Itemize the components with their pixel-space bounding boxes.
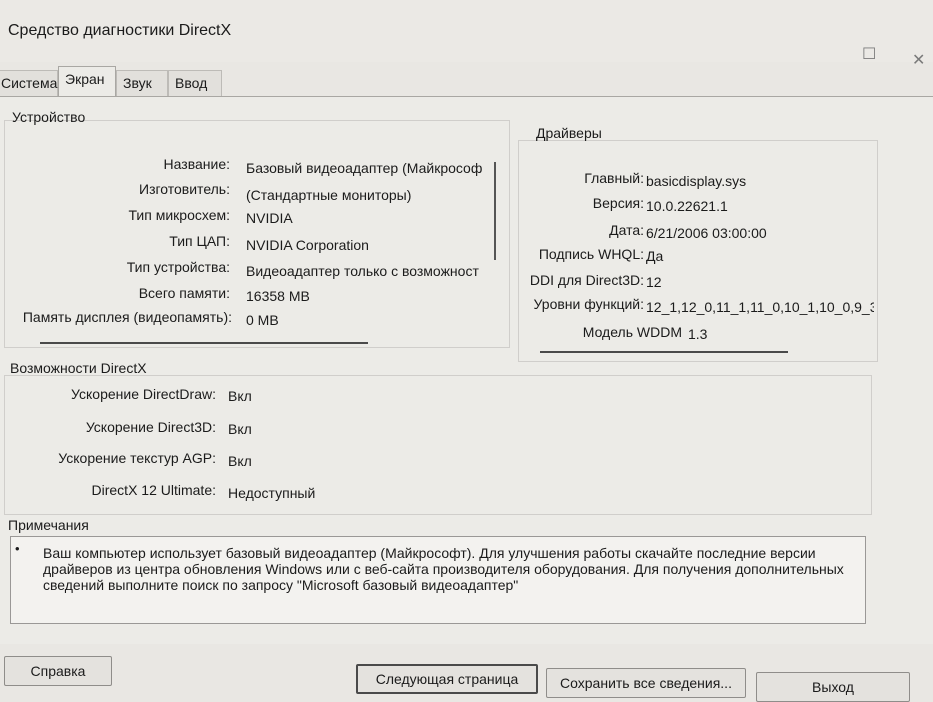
ddi-value: 12 — [646, 274, 662, 290]
chip-type-value: NVIDIA — [246, 210, 293, 226]
dac-type-label: Тип ЦАП: — [169, 233, 230, 249]
manufacturer-label: Изготовитель: — [139, 181, 230, 197]
next-page-button[interactable]: Следующая страница — [356, 664, 538, 694]
total-memory-label: Всего памяти: — [138, 285, 230, 301]
display-memory-label: Память дисплея (видеопамять): — [22, 309, 232, 325]
save-all-button[interactable]: Сохранить все сведения... — [546, 668, 746, 698]
tab-bar: Система Экран Звук Ввод — [0, 66, 933, 96]
notes-text: Ваш компьютер использует базовый видеоад… — [43, 545, 844, 593]
notes-box: • Ваш компьютер использует базовый видео… — [10, 536, 866, 624]
dx12-ultimate-label: DirectX 12 Ultimate: — [91, 482, 216, 498]
device-name-label: Название: — [163, 156, 230, 172]
display-memory-value: 0 MB — [246, 312, 279, 328]
exit-button[interactable]: Выход — [756, 672, 910, 702]
notes-title: Примечания — [8, 517, 89, 533]
directdraw-label: Ускорение DirectDraw: — [71, 386, 216, 402]
driver-main-value: basicdisplay.sys — [646, 173, 747, 189]
agp-label: Ускорение текстур AGP: — [58, 450, 216, 466]
tab-input[interactable]: Ввод — [168, 70, 222, 96]
wddm-model-value: 1.3 — [688, 326, 708, 342]
whql-label: Подпись WHQL: — [538, 246, 644, 262]
total-memory-value: 16358 MB — [246, 288, 310, 304]
maximize-icon[interactable]: ☐ — [862, 44, 876, 64]
feature-levels-value: 12_1,12_0,11_1,11_0,10_1,10_0,9_3 — [646, 299, 874, 315]
dac-type-value: NVIDIA Corporation — [246, 237, 369, 253]
direct3d-value: Вкл — [228, 421, 252, 437]
driver-version-label: Версия: — [592, 195, 644, 211]
manufacturer-value: (Стандартные мониторы) — [246, 187, 412, 203]
driver-date-label: Дата: — [609, 222, 644, 238]
driver-main-label: Главный: — [584, 170, 644, 186]
directdraw-value: Вкл — [228, 388, 252, 404]
chip-type-label: Тип микросхем: — [128, 207, 230, 223]
direct3d-label: Ускорение Direct3D: — [85, 419, 216, 435]
window-title: Средство диагностики DirectX — [8, 22, 232, 39]
agp-value: Вкл — [228, 453, 252, 469]
notes-bullet: • — [15, 541, 20, 556]
tab-system[interactable]: Система — [0, 70, 58, 96]
whql-value: Да — [646, 248, 664, 264]
driver-date-value: 6/21/2006 03:00:00 — [646, 225, 767, 241]
tab-sound[interactable]: Звук — [116, 70, 168, 96]
ddi-label: DDI для Direct3D: — [529, 272, 644, 288]
device-scroll-rule — [40, 342, 368, 344]
tab-display[interactable]: Экран — [58, 66, 116, 96]
feature-levels-label: Уровни функций: — [533, 296, 644, 312]
driver-version-value: 10.0.22621.1 — [646, 198, 728, 214]
drivers-scroll-rule — [540, 351, 788, 353]
directx-group-title: Возможности DirectX — [10, 360, 147, 376]
device-scrollbar[interactable] — [494, 162, 496, 260]
device-group-title: Устройство — [12, 109, 86, 125]
device-name-value: Базовый видеоадаптер (Майкрософ — [246, 160, 483, 176]
title-bar: Средство диагностики DirectX ☐ ✕ — [0, 0, 933, 69]
help-button[interactable]: Справка — [4, 656, 112, 686]
device-type-label: Тип устройства: — [126, 259, 230, 275]
wddm-model-label: Модель WDDM — [582, 324, 682, 340]
drivers-group-title: Драйверы — [536, 125, 602, 141]
device-type-value: Видеоадаптер только с возможност — [246, 263, 479, 279]
dx12-ultimate-value: Недоступный — [228, 485, 316, 501]
